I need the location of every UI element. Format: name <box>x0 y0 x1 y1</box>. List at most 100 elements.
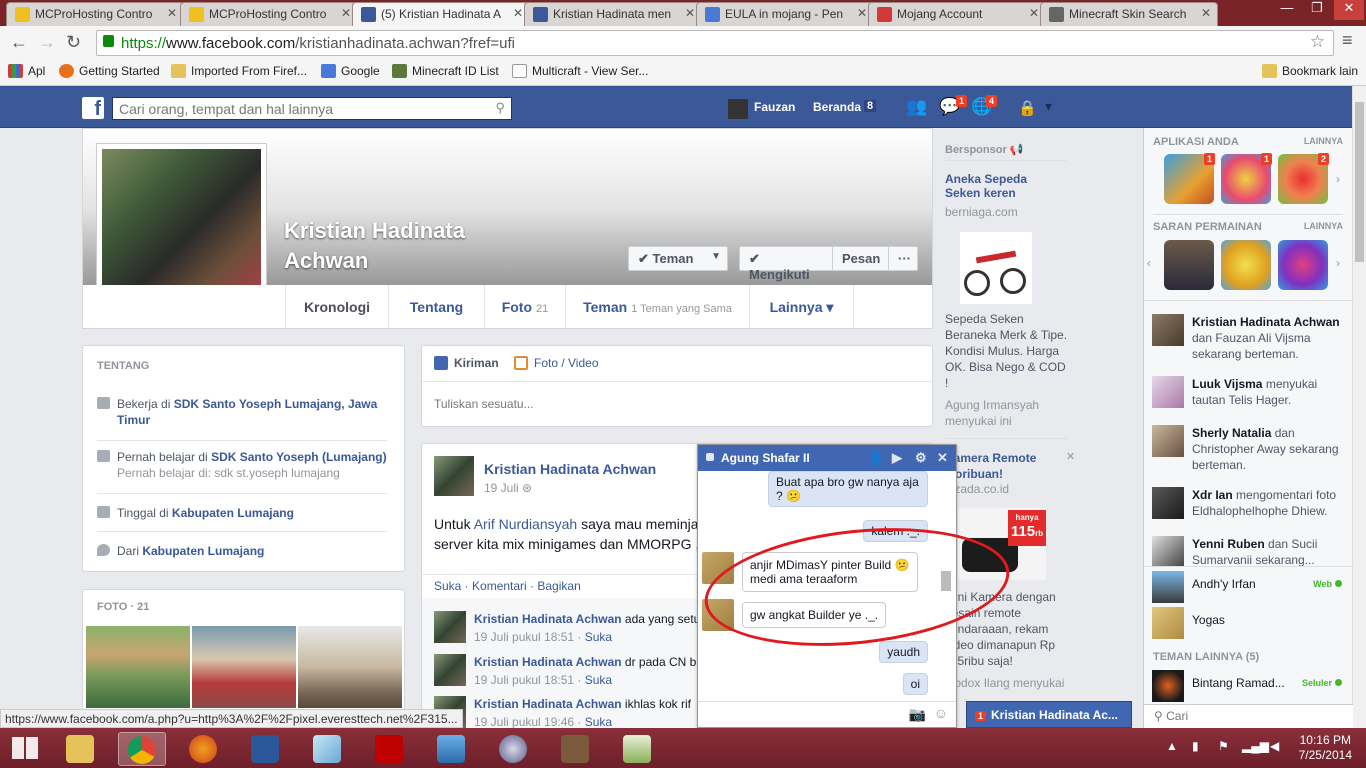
chat-search-input[interactable]: ⚲ Cari <box>1144 704 1353 728</box>
close-icon[interactable]: ✕ <box>937 450 948 466</box>
browser-tab[interactable]: EULA in mojang - Pen ✕ <box>696 2 874 26</box>
windows-start-icon[interactable] <box>12 737 38 759</box>
composer-tab-post[interactable]: Kiriman <box>434 356 499 370</box>
close-tab-icon[interactable]: ✕ <box>167 6 177 20</box>
tray-arrow-icon[interactable]: ▲ <box>1166 739 1178 753</box>
post-date[interactable]: 19 Juli ⊛ <box>484 481 532 495</box>
ticker-item[interactable]: Sherly Natalia dan Christopher Away seka… <box>1152 425 1348 473</box>
search-input[interactable]: Cari orang, tempat dan hal lainnya ⚲ <box>112 97 512 120</box>
address-bar[interactable]: https://www.facebook.com/kristianhadinat… <box>96 30 1334 56</box>
profile-name[interactable]: Kristian Hadinata Achwan <box>284 216 584 276</box>
reload-icon[interactable]: ↻ <box>66 32 81 53</box>
contact-item[interactable]: Andh'y Irfan Web <box>1152 571 1348 603</box>
taskbar-firefox[interactable] <box>180 732 228 766</box>
bookmark-apps[interactable]: Apl <box>8 64 45 78</box>
close-window-icon[interactable]: ✕ <box>1334 0 1364 20</box>
contact-item[interactable]: Bintang Ramad... Seluler <box>1152 670 1348 702</box>
bookmark-other-folder[interactable]: Bookmark lain <box>1262 64 1358 78</box>
bookmark-google[interactable]: Google <box>321 64 380 78</box>
ad-title[interactable]: Kamera Remote Moribuan! <box>945 450 1065 482</box>
page-scrollbar[interactable] <box>1352 86 1366 728</box>
photo-thumbnail[interactable] <box>192 626 296 708</box>
search-icon[interactable]: ⚲ <box>495 100 505 116</box>
browser-tab[interactable]: Kristian Hadinata men ✕ <box>524 2 702 26</box>
bookmark-minecraft-id[interactable]: Minecraft ID List <box>392 64 499 78</box>
close-tab-icon[interactable]: ✕ <box>1201 6 1211 20</box>
chat-header[interactable]: Agung Shafar II 👤 ▶ ⚙ ✕ <box>698 445 956 471</box>
bicycle-ad-image[interactable] <box>960 232 1032 304</box>
contact-item[interactable]: Yogas <box>1152 607 1348 639</box>
apps-more-link[interactable]: LAINNYA <box>1304 136 1343 146</box>
bookmark-star-icon[interactable]: ☆ <box>1310 32 1325 52</box>
privacy-lock-icon[interactable]: 🔒 <box>1018 99 1037 117</box>
friends-button[interactable]: ✔ Teman ▼ <box>628 246 728 271</box>
tab-timeline[interactable]: Kronologi <box>285 285 389 328</box>
post-author-avatar[interactable] <box>434 456 474 496</box>
account-settings-chevron-icon[interactable]: ▾ <box>1045 98 1052 115</box>
taskbar-notepad[interactable] <box>614 732 662 766</box>
close-tab-icon[interactable]: ✕ <box>513 6 523 20</box>
ticker-item[interactable]: Yenni Ruben dan Sucii Sumarvanii sekaran… <box>1152 536 1348 566</box>
browser-tab[interactable]: MCProHosting Contro ✕ <box>6 2 184 26</box>
composer-tab-photo[interactable]: Foto / Video <box>514 356 599 370</box>
taskbar-filezilla[interactable] <box>366 732 414 766</box>
browser-tab[interactable]: Mojang Account ✕ <box>868 2 1046 26</box>
browser-tab[interactable]: Minecraft Skin Search ✕ <box>1040 2 1218 26</box>
photos-heading[interactable]: FOTO · 21 <box>97 601 149 613</box>
games-more-link[interactable]: LAINNYA <box>1304 221 1343 231</box>
browser-tab-active[interactable]: (5) Kristian Hadinata A ✕ <box>352 2 530 26</box>
close-ad-icon[interactable]: ✕ <box>1066 450 1075 463</box>
chat-input[interactable]: 📷 ☺ <box>698 701 956 727</box>
gear-icon[interactable]: ⚙ <box>915 450 927 466</box>
photo-thumbnail[interactable] <box>86 626 190 708</box>
camera-icon[interactable]: 📷 <box>909 706 926 723</box>
following-button[interactable]: ✔ Mengikuti <box>739 246 833 282</box>
browser-tab[interactable]: MCProHosting Contro ✕ <box>180 2 358 26</box>
ticker-item[interactable]: Kristian Hadinata Achwan dan Fauzan Ali … <box>1152 314 1348 362</box>
signal-icon[interactable]: ▂▄▆ <box>1242 739 1269 753</box>
ad-title[interactable]: Aneka Sepeda Seken keren <box>945 172 1065 200</box>
emoticon-icon[interactable]: ☺ <box>934 705 948 721</box>
chevron-right-icon[interactable]: › <box>1336 256 1340 270</box>
minimize-icon[interactable]: — <box>1272 0 1302 20</box>
message-button[interactable]: Pesan <box>832 246 889 271</box>
comment-avatar[interactable] <box>434 611 466 643</box>
taskbar-app[interactable] <box>304 732 352 766</box>
tab-more[interactable]: Lainnya ▾ <box>750 285 854 328</box>
game-suggestion-icon[interactable] <box>1164 240 1214 290</box>
close-tab-icon[interactable]: ✕ <box>685 6 695 20</box>
video-call-icon[interactable]: ▶ <box>892 450 902 466</box>
bookmark-getting-started[interactable]: Getting Started <box>59 64 160 78</box>
taskbar-remote[interactable] <box>428 732 476 766</box>
menu-icon[interactable]: ≡ <box>1342 30 1353 51</box>
game-suggestion-icon[interactable] <box>1221 240 1271 290</box>
bookmark-folder-imported[interactable]: Imported From Firef... <box>171 64 307 78</box>
back-icon[interactable]: ← <box>10 32 28 53</box>
close-tab-icon[interactable]: ✕ <box>1029 6 1039 20</box>
more-options-button[interactable]: ··· <box>888 246 918 271</box>
taskbar-minecraft[interactable] <box>552 732 600 766</box>
photo-thumbnail[interactable] <box>298 626 402 708</box>
close-tab-icon[interactable]: ✕ <box>857 6 867 20</box>
close-tab-icon[interactable]: ✕ <box>341 6 351 20</box>
avatar[interactable] <box>728 99 748 119</box>
tab-friends[interactable]: Teman 1 Teman yang Sama <box>566 285 750 328</box>
system-clock[interactable]: 10:16 PM 7/25/2014 <box>1299 733 1352 763</box>
post-author[interactable]: Kristian Hadinata Achwan <box>484 461 656 477</box>
bookmark-multicraft[interactable]: Multicraft - View Ser... <box>512 64 648 78</box>
ticker-item[interactable]: Xdr Ian mengomentari foto Eldhalophelhop… <box>1152 487 1348 519</box>
forward-icon[interactable]: → <box>38 32 56 53</box>
ad-site[interactable]: berniaga.com <box>945 205 1018 219</box>
post-actions[interactable]: Suka · Komentari · Bagikan <box>434 579 581 593</box>
volume-icon[interactable]: ◀ <box>1270 739 1279 753</box>
chevron-right-icon[interactable]: › <box>1336 172 1340 186</box>
taskbar-app[interactable] <box>490 732 538 766</box>
composer-input[interactable]: Tuliskan sesuatu... <box>434 397 534 411</box>
game-suggestion-icon[interactable] <box>1278 240 1328 290</box>
home-link[interactable]: Beranda <box>813 100 861 114</box>
tab-photos[interactable]: Foto 21 <box>485 285 566 328</box>
taskbar-word[interactable] <box>242 732 290 766</box>
tab-about[interactable]: Tentang <box>389 285 485 328</box>
taskbar-chrome[interactable] <box>118 732 166 766</box>
chat-tab-collapsed[interactable]: 1 Kristian Hadinata Ac... <box>966 701 1132 728</box>
